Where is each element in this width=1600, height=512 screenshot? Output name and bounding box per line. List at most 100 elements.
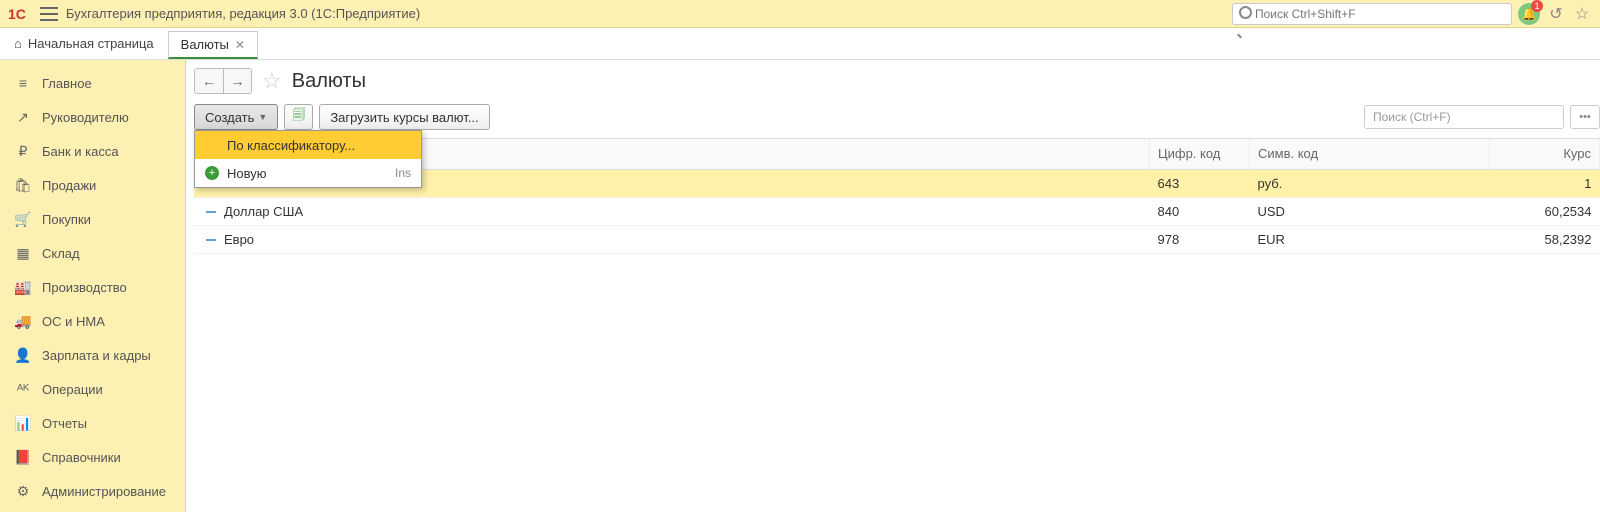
content-area: ← → ☆ Валюты Создать ▼ По классификатору… [186, 60, 1600, 512]
plus-icon: + [205, 166, 219, 180]
copy-icon: 🗐 [292, 106, 305, 128]
home-tab[interactable]: ⌂ Начальная страница [0, 28, 168, 59]
cell-rate: 60,2534 [1490, 197, 1600, 225]
close-icon[interactable]: ✕ [235, 38, 245, 52]
cell-symbol: руб. [1250, 169, 1490, 197]
col-header-code[interactable]: Цифр. код [1150, 139, 1250, 169]
home-tab-label: Начальная страница [28, 36, 154, 51]
bag-icon: 🛍 [14, 177, 32, 194]
dropdown-item-classifier[interactable]: По классификатору... [195, 131, 421, 159]
notification-count: 1 [1531, 0, 1543, 12]
ruble-icon: ₽ [14, 143, 32, 160]
sidebar-item-admin[interactable]: ⚙ Администрирование [0, 474, 185, 508]
truck-icon: 🚚 [14, 313, 32, 330]
cell-code: 978 [1150, 225, 1250, 253]
grid-icon: ▦ [14, 245, 32, 262]
load-rates-label: Загрузить курсы валют... [330, 110, 478, 125]
sidebar-item-label: Банк и касса [42, 144, 119, 159]
cell-symbol: EUR [1250, 225, 1490, 253]
global-search[interactable] [1232, 3, 1512, 25]
create-dropdown: По классификатору... + Новую Ins [194, 130, 422, 188]
sidebar-item-label: Производство [42, 280, 127, 295]
row-icon [206, 211, 216, 213]
dropdown-shortcut: Ins [395, 166, 411, 180]
toolbar: Создать ▼ По классификатору... + Новую I… [194, 104, 1600, 130]
sidebar-item-operations[interactable]: ᴬᴷ Операции [0, 372, 185, 406]
sidebar-item-label: Справочники [42, 450, 121, 465]
tabs-row: ⌂ Начальная страница Валюты ✕ [0, 28, 1600, 60]
create-button[interactable]: Создать ▼ [194, 104, 278, 130]
gear-icon: ⚙ [14, 483, 32, 500]
cell-symbol: USD [1250, 197, 1490, 225]
sidebar-item-label: Зарплата и кадры [42, 348, 151, 363]
search-icon [1239, 6, 1255, 22]
chevron-down-icon: ▼ [258, 112, 267, 122]
global-search-input[interactable] [1255, 7, 1505, 21]
page-title: Валюты [292, 70, 366, 93]
tab-currencies[interactable]: Валюты ✕ [168, 31, 258, 59]
dropdown-item-label: По классификатору... [227, 138, 355, 153]
star-icon[interactable]: ☆ [258, 68, 286, 94]
col-header-symbol[interactable]: Симв. код [1250, 139, 1490, 169]
sidebar-item-production[interactable]: 🏭 Производство [0, 270, 185, 304]
person-icon: 👤 [14, 347, 32, 364]
book-icon: 📕 [14, 449, 32, 466]
history-icon[interactable]: ↺ [1546, 4, 1566, 24]
sidebar-item-manager[interactable]: ↗ Руководителю [0, 100, 185, 134]
create-button-label: Создать [205, 110, 254, 125]
hamburger-icon[interactable] [40, 7, 58, 21]
reports-icon: 📊 [14, 415, 32, 432]
sidebar-item-main[interactable]: ≡ Главное [0, 66, 185, 100]
favorites-icon[interactable]: ☆ [1572, 4, 1592, 24]
sidebar-item-sales[interactable]: 🛍 Продажи [0, 168, 185, 202]
menu-icon: ≡ [14, 75, 32, 91]
titlebar: 1С Бухгалтерия предприятия, редакция 3.0… [0, 0, 1600, 28]
col-header-rate[interactable]: Курс [1490, 139, 1600, 169]
sidebar-item-label: Руководителю [42, 110, 129, 125]
nav-buttons: ← → [194, 68, 252, 94]
sidebar-item-catalogs[interactable]: 📕 Справочники [0, 440, 185, 474]
ops-icon: ᴬᴷ [14, 381, 32, 397]
cell-code: 643 [1150, 169, 1250, 197]
sidebar-item-purchases[interactable]: 🛒 Покупки [0, 202, 185, 236]
sidebar-item-label: Покупки [42, 212, 91, 227]
sidebar-item-label: Склад [42, 246, 80, 261]
sidebar: ≡ Главное ↗ Руководителю ₽ Банк и касса 🛍 Пр… [0, 60, 186, 512]
table-row[interactable]: Доллар США 840USD60,2534 [194, 197, 1600, 225]
search-placeholder: Поиск (Ctrl+F) [1373, 110, 1451, 124]
tab-label: Валюты [181, 37, 229, 52]
sidebar-item-warehouse[interactable]: ▦ Склад [0, 236, 185, 270]
sidebar-item-bank[interactable]: ₽ Банк и касса [0, 134, 185, 168]
app-title: Бухгалтерия предприятия, редакция 3.0 (1… [66, 6, 420, 21]
sidebar-item-label: Главное [42, 76, 92, 91]
factory-icon: 🏭 [14, 279, 32, 296]
chart-icon: ↗ [14, 109, 32, 126]
home-icon: ⌂ [14, 36, 22, 51]
row-icon [206, 239, 216, 241]
cart-icon: 🛒 [14, 211, 32, 228]
dropdown-item-label: Новую [227, 166, 267, 181]
load-rates-button[interactable]: Загрузить курсы валют... [319, 104, 489, 130]
more-button[interactable]: ••• [1570, 105, 1600, 129]
copy-button[interactable]: 🗐 [284, 104, 313, 130]
sidebar-item-label: Отчеты [42, 416, 87, 431]
forward-button[interactable]: → [223, 69, 251, 93]
sidebar-item-label: ОС и НМА [42, 314, 105, 329]
cell-rate: 1 [1490, 169, 1600, 197]
table-row[interactable]: Евро 978EUR58,2392 [194, 225, 1600, 253]
back-button[interactable]: ← [195, 69, 223, 93]
sidebar-item-reports[interactable]: 📊 Отчеты [0, 406, 185, 440]
cell-name: Доллар США [224, 204, 303, 219]
dropdown-item-new[interactable]: + Новую Ins [195, 159, 421, 187]
logo-1c: 1С [8, 6, 26, 22]
sidebar-item-label: Администрирование [42, 484, 166, 499]
cell-rate: 58,2392 [1490, 225, 1600, 253]
notifications-bell[interactable]: 🔔 1 [1518, 3, 1540, 25]
cell-code: 840 [1150, 197, 1250, 225]
sidebar-item-label: Продажи [42, 178, 96, 193]
cell-name: Евро [224, 232, 254, 247]
sidebar-item-label: Операции [42, 382, 103, 397]
list-search-input[interactable]: Поиск (Ctrl+F) [1364, 105, 1564, 129]
sidebar-item-salary[interactable]: 👤 Зарплата и кадры [0, 338, 185, 372]
sidebar-item-assets[interactable]: 🚚 ОС и НМА [0, 304, 185, 338]
